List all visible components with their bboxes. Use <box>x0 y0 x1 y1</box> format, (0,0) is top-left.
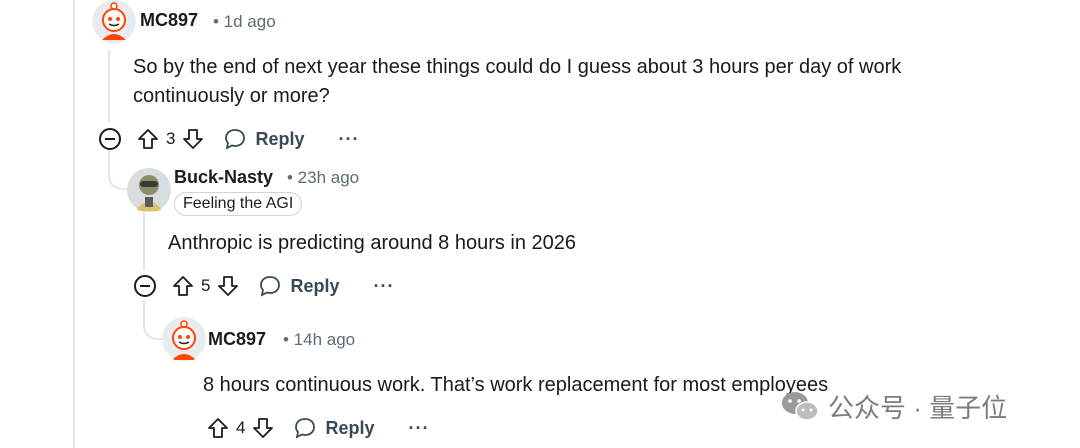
comment-actions: 4 Reply ··· <box>206 413 429 443</box>
comment-body: So by the end of next year these things … <box>133 53 1033 111</box>
avatar[interactable] <box>92 0 136 44</box>
timestamp: • 1d ago <box>213 12 276 31</box>
comment-bubble-icon <box>295 418 316 439</box>
username[interactable]: MC897 <box>208 329 266 350</box>
timestamp: • 23h ago <box>287 168 360 187</box>
vote-count: 3 <box>166 129 176 148</box>
avatar[interactable] <box>127 167 171 213</box>
comment-actions: 5 Reply ··· <box>133 271 394 301</box>
more-options-button[interactable]: ··· <box>374 276 395 297</box>
wechat-icon <box>782 391 819 421</box>
downvote-icon[interactable] <box>251 416 275 440</box>
comment-bubble-icon <box>225 129 246 150</box>
avatar[interactable] <box>162 316 206 362</box>
vote-count: 5 <box>201 276 211 295</box>
comment-actions: 3 Reply ··· <box>98 124 359 154</box>
thread-line-comment-1 <box>108 50 110 122</box>
reply-button[interactable]: Reply <box>293 416 375 440</box>
snoo-avatar-icon <box>92 0 136 44</box>
downvote-icon[interactable] <box>216 274 240 298</box>
comment-line: Anthropic is predicting around 8 hours i… <box>168 232 577 254</box>
upvote-icon[interactable] <box>136 127 160 151</box>
watermark: 公众号 · 量子位 <box>780 388 1007 425</box>
thread-line-comment-2 <box>143 210 145 270</box>
more-options-button[interactable]: ··· <box>409 418 430 439</box>
reply-label: Reply <box>255 128 305 149</box>
timestamp: • 14h ago <box>283 330 356 349</box>
collapse-icon[interactable] <box>133 274 157 298</box>
reply-label: Reply <box>325 417 375 438</box>
username[interactable]: MC897 <box>140 10 198 31</box>
snoo-avatar-icon <box>162 317 206 361</box>
downvote-icon[interactable] <box>181 127 205 151</box>
upvote-icon[interactable] <box>206 416 230 440</box>
thread-branch-3 <box>143 300 163 340</box>
comment-line: So by the end of next year these things … <box>133 56 902 78</box>
user-flair: Feeling the AGI <box>174 192 303 216</box>
custom-avatar-icon <box>127 168 171 212</box>
reply-label: Reply <box>290 275 340 296</box>
thread-branch-2 <box>108 150 128 190</box>
username[interactable]: Buck-Nasty <box>174 167 273 188</box>
comment-line: continuously or more? <box>133 85 330 107</box>
vote-count: 4 <box>236 418 246 437</box>
comment-body: Anthropic is predicting around 8 hours i… <box>168 229 1028 258</box>
watermark-text: 公众号 · 量子位 <box>828 393 1008 423</box>
comment-bubble-icon <box>260 276 281 297</box>
reply-button[interactable]: Reply <box>258 274 340 298</box>
thread-line-root <box>73 0 75 448</box>
more-options-button[interactable]: ··· <box>339 129 360 150</box>
reply-button[interactable]: Reply <box>223 127 305 151</box>
upvote-icon[interactable] <box>171 274 195 298</box>
collapse-icon[interactable] <box>98 127 122 151</box>
